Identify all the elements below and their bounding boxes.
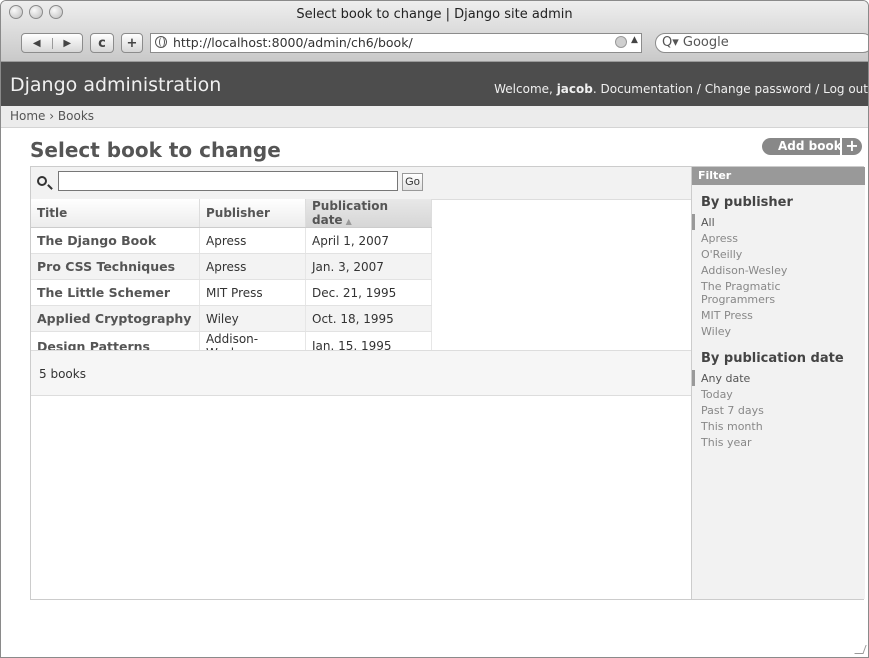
filter-group-title: By publisher (701, 195, 793, 210)
date-cell: Oct. 18, 1995 (305, 305, 432, 332)
browser-window: Select book to change | Django site admi… (0, 0, 869, 658)
filter-option-past-7-days[interactable]: Past 7 days (692, 402, 865, 418)
column-header-publisher[interactable]: Publisher (199, 199, 306, 228)
publisher-cell: Apress (199, 227, 306, 254)
column-label: Publisher (206, 206, 270, 220)
url-text: http://localhost:8000/admin/ch6/book/ (173, 35, 413, 50)
table-row: Applied Cryptography Wiley Oct. 18, 1995 (31, 305, 432, 332)
changelist-search-input[interactable] (58, 171, 398, 191)
filter-option-today[interactable]: Today (692, 386, 865, 402)
resize-grip-icon[interactable] (854, 645, 867, 654)
column-header-publication-date[interactable]: Publication date ▲ (305, 199, 432, 228)
window-title: Select book to change | Django site admi… (296, 7, 573, 22)
date-cell: April 1, 2007 (305, 227, 432, 254)
site-brand[interactable]: Django administration (10, 74, 221, 96)
welcome-text: Welcome, (494, 82, 553, 96)
table-row: The Django Book Apress April 1, 2007 (31, 227, 432, 254)
add-book-label: Add book (778, 139, 842, 153)
breadcrumb-current: Books (57, 109, 95, 123)
table-header-row: Title Publisher Publication date ▲ (31, 199, 432, 228)
separator: / (693, 82, 705, 96)
page-title: Select book to change (30, 138, 281, 162)
breadcrumb-home-link[interactable]: Home (10, 109, 45, 123)
globe-icon (155, 36, 167, 48)
publisher-cell: Wiley (199, 305, 306, 332)
reload-button[interactable]: c (90, 33, 114, 53)
sort-ascending-icon: ▲ (345, 217, 352, 226)
filter-heading: Filter (692, 167, 865, 185)
changelist: Go Title Publisher Publication date ▲ The… (30, 166, 865, 600)
go-button[interactable]: Go (402, 173, 423, 191)
filter-option-all[interactable]: All (692, 214, 865, 230)
snapback-icon[interactable] (615, 36, 627, 48)
date-filter-list: Any date Today Past 7 days This month Th… (692, 370, 865, 450)
forward-button[interactable]: ▶ (51, 37, 83, 49)
search-placeholder: Google (682, 35, 729, 50)
search-toolbar: Go (31, 167, 691, 200)
publisher-cell: MIT Press (199, 279, 306, 306)
date-cell: Jan. 3, 2007 (305, 253, 432, 280)
search-icon (37, 176, 47, 186)
date-cell: Dec. 21, 1995 (305, 279, 432, 306)
filter-option-mit-press[interactable]: MIT Press (692, 307, 865, 323)
separator: / (811, 82, 824, 96)
filter-group-title: By publication date (701, 351, 844, 366)
browser-titlebar: Select book to change | Django site admi… (1, 1, 868, 62)
add-bookmark-button[interactable]: + (121, 33, 143, 53)
publisher-filter-list: All Apress O'Reilly Addison-Wesley The P… (692, 214, 865, 339)
caret-up-icon[interactable]: ▲ (631, 35, 638, 45)
filter-option-pragmatic-programmers[interactable]: The Pragmatic Programmers (692, 278, 801, 307)
column-header-title[interactable]: Title (31, 199, 200, 228)
username: jacob (556, 82, 593, 96)
plus-icon: + (840, 138, 862, 155)
filter-option-addison-wesley[interactable]: Addison-Wesley (692, 262, 865, 278)
breadcrumb: Home › Books (1, 106, 868, 128)
breadcrumb-separator: › (49, 109, 55, 123)
results-table: Title Publisher Publication date ▲ The Dj… (31, 199, 432, 361)
address-bar[interactable]: http://localhost:8000/admin/ch6/book/ (150, 33, 642, 53)
result-count: 5 books (31, 350, 691, 396)
add-book-button[interactable]: Add book + (762, 138, 862, 155)
filter-option-any-date[interactable]: Any date (692, 370, 865, 386)
back-button[interactable]: ◀ (22, 38, 52, 49)
filter-option-wiley[interactable]: Wiley (692, 323, 865, 339)
book-title-link[interactable]: The Django Book (31, 227, 200, 254)
search-engine-icon[interactable]: Q▾ (662, 35, 679, 50)
publisher-cell: Apress (199, 253, 306, 280)
book-title-link[interactable]: Pro CSS Techniques (31, 253, 200, 280)
filter-option-this-year[interactable]: This year (692, 434, 865, 450)
web-search-field[interactable]: Q▾ Google (655, 33, 868, 53)
logout-link[interactable]: Log out (823, 82, 868, 96)
table-row: Pro CSS Techniques Apress Jan. 3, 2007 (31, 253, 432, 280)
filter-option-oreilly[interactable]: O'Reilly (692, 246, 865, 262)
filter-option-apress[interactable]: Apress (692, 230, 865, 246)
table-row: The Little Schemer MIT Press Dec. 21, 19… (31, 279, 432, 306)
back-forward-buttons: ◀ ▶ (21, 33, 83, 53)
column-label: Title (37, 206, 68, 220)
book-title-link[interactable]: Applied Cryptography (31, 305, 200, 332)
admin-header: Django administration Welcome, jacob. Do… (1, 62, 868, 106)
filter-option-this-month[interactable]: This month (692, 418, 865, 434)
change-password-link[interactable]: Change password (705, 82, 812, 96)
book-title-link[interactable]: The Little Schemer (31, 279, 200, 306)
user-tools: Welcome, jacob. Documentation / Change p… (494, 82, 868, 96)
documentation-link[interactable]: Documentation (601, 82, 694, 96)
filter-sidebar: Filter By publisher All Apress O'Reilly … (691, 167, 865, 599)
